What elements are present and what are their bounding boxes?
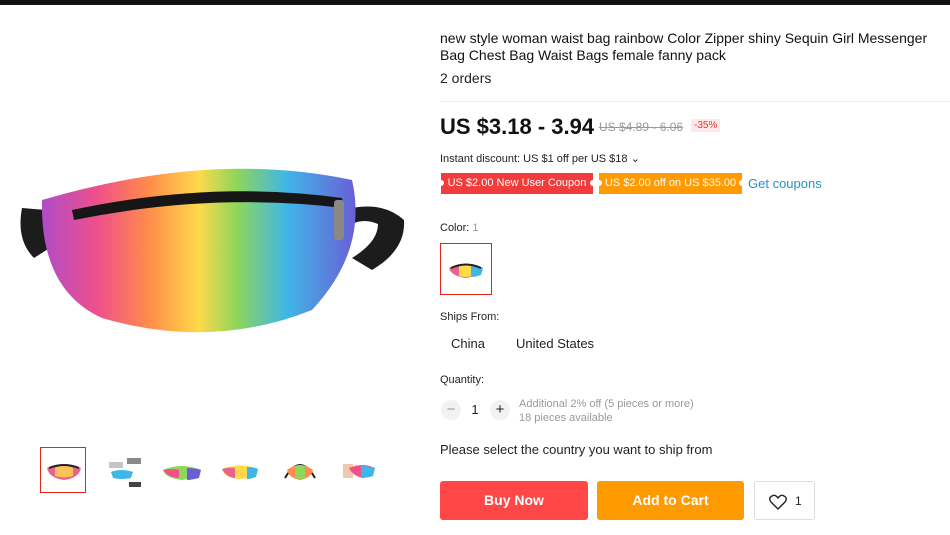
ship-from-china[interactable]: China xyxy=(451,336,485,351)
select-country-message: Please select the country you want to sh… xyxy=(440,442,713,457)
quantity-label: Quantity: xyxy=(440,374,485,386)
ship-from-united-states[interactable]: United States xyxy=(516,336,594,351)
current-price: US $3.18 - 3.94 xyxy=(440,114,595,139)
color-count: 1 xyxy=(472,222,479,234)
add-to-cart-button[interactable]: Add to Cart xyxy=(597,481,744,520)
main-product-image[interactable] xyxy=(12,140,412,350)
quantity-value[interactable]: 1 xyxy=(470,402,480,417)
thumbnail-5[interactable] xyxy=(276,447,322,493)
top-bar xyxy=(0,0,950,5)
quantity-decrease-button[interactable]: − xyxy=(441,400,461,420)
order-count: 2 orders xyxy=(440,70,492,86)
color-label: Color: 1 xyxy=(440,222,479,234)
thumbnail-4[interactable] xyxy=(216,447,262,493)
instant-discount[interactable]: Instant discount: US $1 off per US $18 ⌄ xyxy=(440,152,640,165)
thumbnail-1[interactable] xyxy=(40,447,86,493)
discount-badge: -35% xyxy=(691,119,721,132)
new-user-coupon[interactable]: US $2.00 New User Coupon xyxy=(438,173,596,194)
get-coupons-link[interactable]: Get coupons xyxy=(748,176,822,191)
thumbnail-6[interactable] xyxy=(334,447,380,493)
wishlist-button[interactable]: 1 xyxy=(754,481,815,520)
thumbnail-2[interactable] xyxy=(100,447,146,493)
buy-now-button[interactable]: Buy Now xyxy=(440,481,588,520)
color-label-text: Color: xyxy=(440,222,470,234)
spend-coupon[interactable]: US $2.00 off on US $35.00 xyxy=(596,173,745,194)
thumbnail-strip xyxy=(40,447,390,495)
ships-from-label: Ships From: xyxy=(440,311,500,323)
original-price: US $4.89 - 6.06 xyxy=(599,120,684,134)
quantity-increase-button[interactable]: + xyxy=(490,400,510,420)
heart-icon xyxy=(769,494,787,510)
bulk-discount-note: Additional 2% off (5 pieces or more) xyxy=(519,398,694,410)
color-option[interactable] xyxy=(440,243,492,295)
product-title: new style woman waist bag rainbow Color … xyxy=(440,30,928,63)
wishlist-count: 1 xyxy=(795,494,802,508)
divider xyxy=(440,101,950,102)
quantity-info: Additional 2% off (5 pieces or more) 18 … xyxy=(519,397,694,425)
thumbnail-3[interactable] xyxy=(158,447,204,493)
stock-available: 18 pieces available xyxy=(519,412,613,424)
